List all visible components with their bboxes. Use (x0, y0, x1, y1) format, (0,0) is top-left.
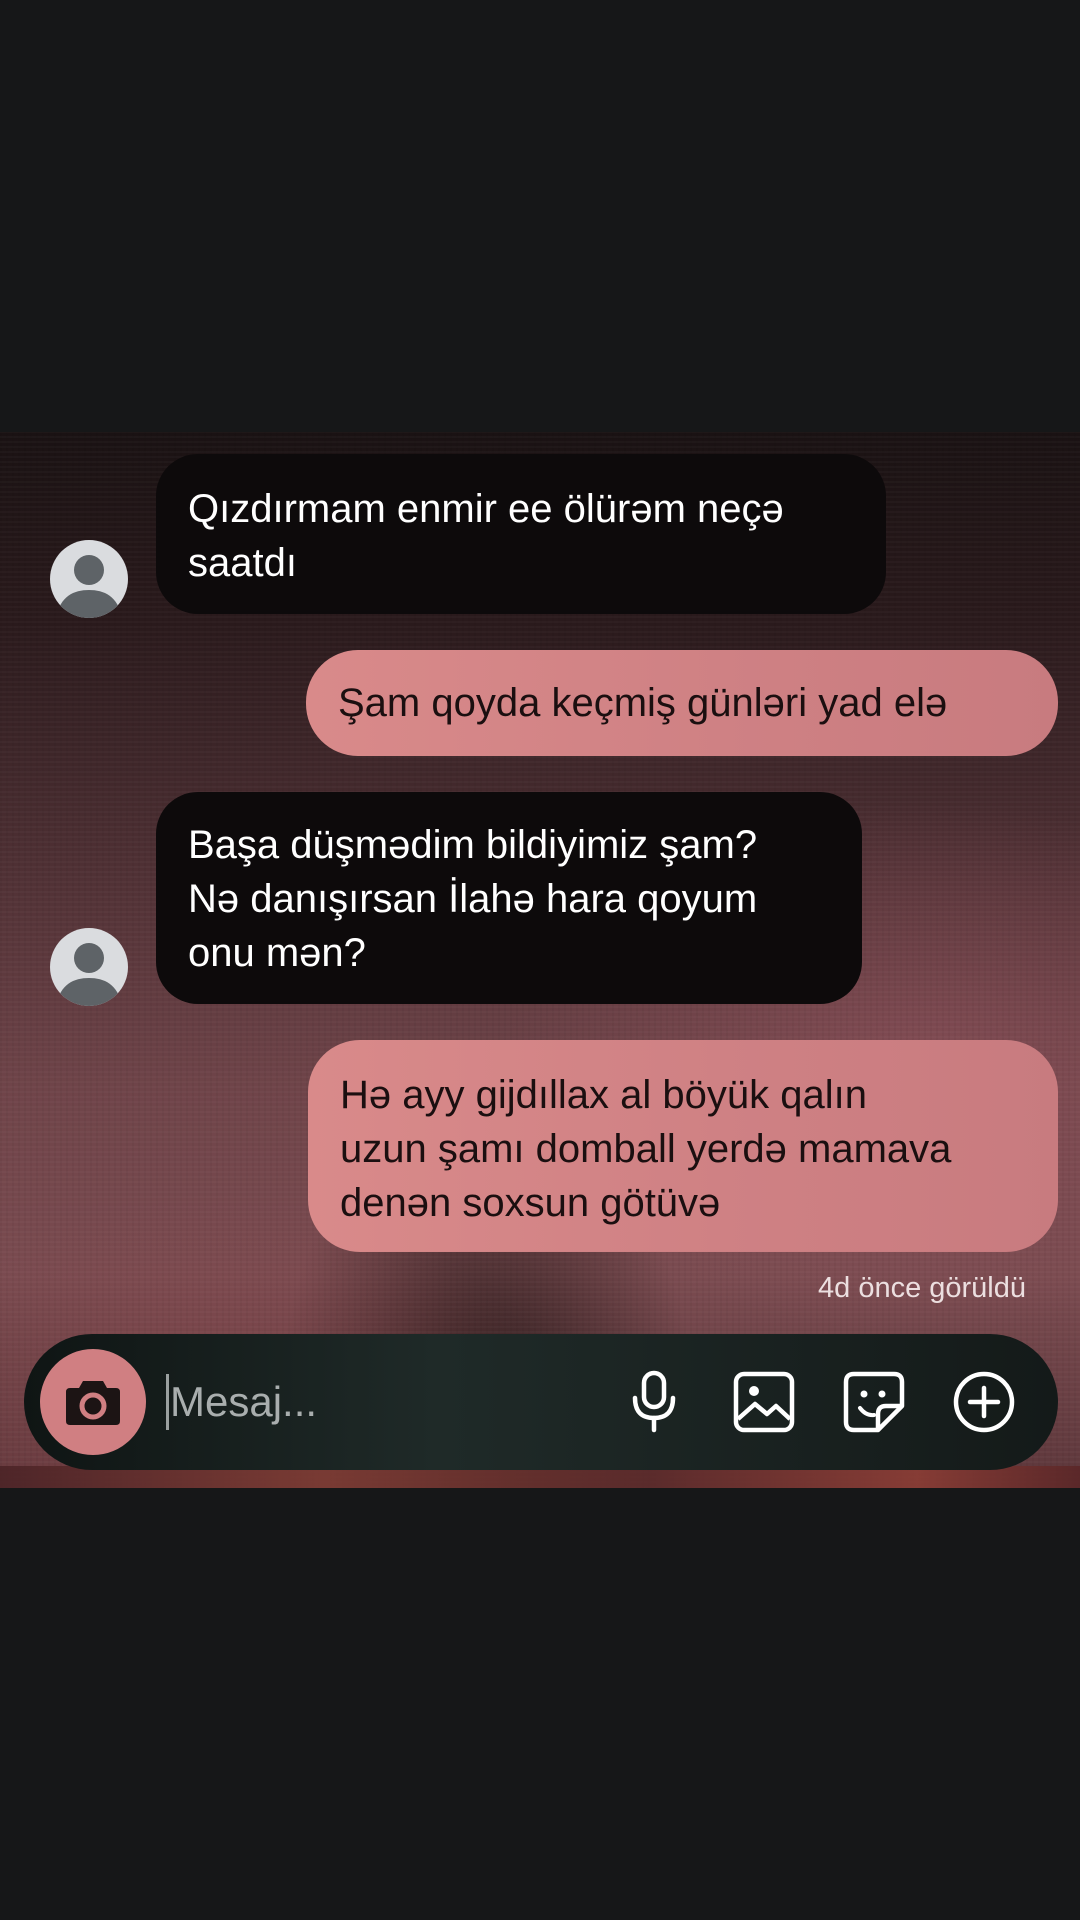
message-input[interactable] (166, 1334, 630, 1470)
voice-message-button[interactable] (620, 1368, 688, 1436)
camera-icon (66, 1381, 120, 1425)
more-options-button[interactable] (950, 1368, 1018, 1436)
avatar[interactable] (50, 540, 128, 618)
person-icon (56, 555, 122, 618)
sticker-icon (843, 1371, 905, 1433)
screen: Qızdırmam enmir ee ölürəm neçə saatdı Şa… (0, 0, 1080, 1920)
message-bubble-outgoing[interactable]: Şam qoyda keçmiş günləri yad elə (306, 650, 1058, 756)
plus-circle-icon (953, 1371, 1015, 1433)
message-bubble-outgoing[interactable]: Hə ayy gijdıllax al böyük qalın uzun şam… (308, 1040, 1058, 1252)
message-bubble-incoming[interactable]: Qızdırmam enmir ee ölürəm neçə saatdı (156, 454, 886, 614)
microphone-icon (632, 1370, 676, 1433)
sticker-button[interactable] (840, 1368, 908, 1436)
gallery-icon (733, 1371, 795, 1433)
avatar[interactable] (50, 928, 128, 1006)
gallery-button[interactable] (730, 1368, 798, 1436)
message-bubble-incoming[interactable]: Başa düşmədim bildiyimiz şam? Nə danışır… (156, 792, 862, 1004)
person-icon (56, 943, 122, 1006)
seen-status: 4d önce görüldü (818, 1272, 1026, 1304)
message-composer (24, 1334, 1058, 1470)
camera-button[interactable] (40, 1349, 146, 1455)
